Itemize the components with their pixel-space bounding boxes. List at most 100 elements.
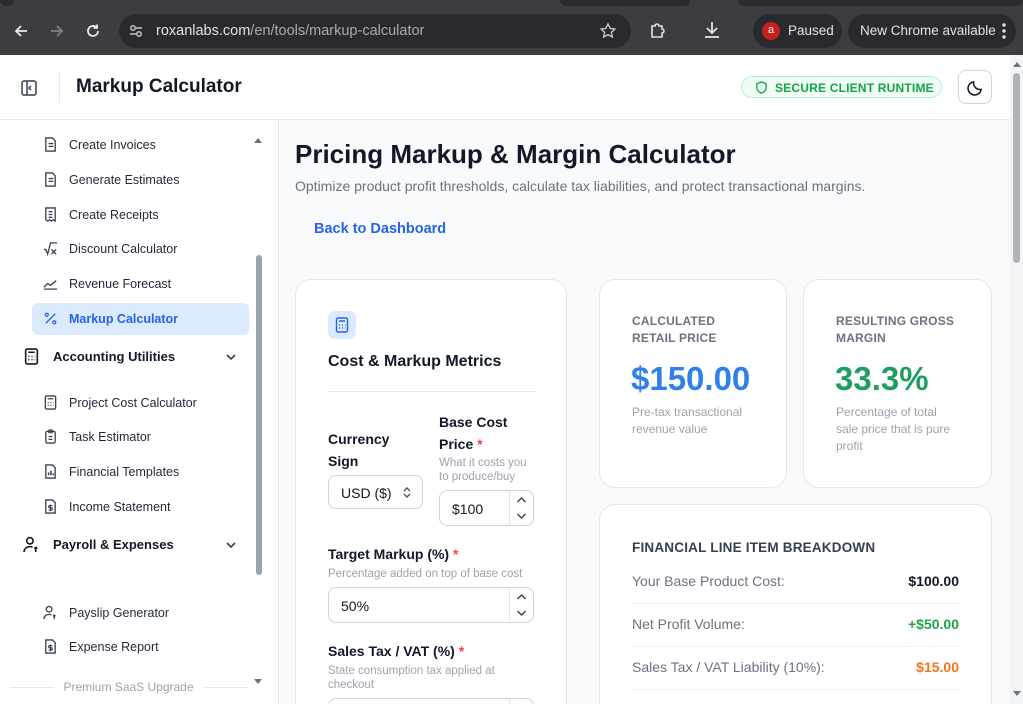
user-money-icon [23,536,38,553]
back-to-dashboard-link[interactable]: Back to Dashboard [314,221,446,237]
user-money-icon [43,605,56,620]
sidebar-item-expense-report[interactable]: Expense Report [32,631,249,663]
markup-input[interactable]: 50% [328,587,534,623]
bookmark-star-icon[interactable] [599,22,617,40]
update-chrome-button[interactable]: New Chrome available [848,14,1016,48]
avatar: a [762,22,780,40]
main-content: Pricing Markup & Margin Calculator Optim… [280,120,1010,704]
sidebar-item-markup-calculator[interactable]: Markup Calculator [32,303,249,335]
file-dollar-icon [45,499,56,514]
clipboard-icon [45,429,56,444]
sidebar-item-income-statement[interactable]: Income Statement [32,491,249,523]
scroll-up-arrow-icon[interactable] [253,136,263,144]
margin-description: Percentage of total sale price that is p… [836,405,951,453]
chevron-up-icon[interactable] [516,496,527,504]
calculator-icon [328,311,356,339]
address-bar[interactable]: roxanlabs.com/en/tools/markup-calculator [119,14,631,48]
base-cost-hint: What it costs you to produce/buy [439,457,527,483]
number-stepper[interactable] [509,588,533,622]
scroll-down-arrow-icon[interactable] [1013,691,1021,697]
sidebar: Create Invoices Generate Estimates Creat… [0,120,279,704]
chevron-down-icon[interactable] [516,512,527,520]
sidebar-item-financial-templates[interactable]: Financial Templates [32,456,249,488]
document-icon [45,172,56,187]
shield-icon [756,81,767,94]
calculator-icon [44,395,57,410]
currency-select[interactable]: USD ($) [328,475,423,509]
markup-hint: Percentage added on top of base cost [328,568,523,580]
breakdown-heading: FINANCIAL LINE ITEM BREAKDOWN [632,540,876,555]
premium-upgrade-divider: Premium SaaS Upgrade [10,680,247,694]
retail-caption: CALCULATED RETAIL PRICE [632,314,717,345]
browser-toolbar: roxanlabs.com/en/tools/markup-calculator… [0,0,1023,55]
document-icon [45,137,56,152]
url-text: roxanlabs.com/en/tools/markup-calculator [156,23,425,39]
profile-chip[interactable]: a Paused [753,14,842,48]
receipt-icon [45,207,56,222]
download-icon[interactable] [701,19,723,41]
back-icon[interactable] [8,18,34,44]
profile-status: Paused [788,23,834,38]
page-scrollbar[interactable] [1010,55,1023,704]
gross-margin-card: RESULTING GROSS MARGIN 33.3% Percentage … [803,279,992,488]
sqrt-icon [43,242,58,256]
percent-icon [44,312,57,325]
sidebar-item-create-invoices[interactable]: Create Invoices [32,129,249,161]
sidebar-group-payroll[interactable]: Payroll & Expenses [16,529,249,561]
chevron-down-icon[interactable] [516,609,527,617]
number-stepper[interactable] [509,491,533,525]
tax-label: Sales Tax / VAT (%) * [328,643,465,659]
markup-label: Target Markup (%) * [328,546,459,562]
theme-toggle-button[interactable] [958,70,992,104]
sidebar-item-payslip-generator[interactable]: Payslip Generator [32,597,249,629]
tax-input[interactable] [328,698,534,704]
sidebar-item-discount-calculator[interactable]: Discount Calculator [32,233,249,265]
tax-hint: State consumption tax applied at checkou… [328,665,495,691]
line-item-breakdown-card: FINANCIAL LINE ITEM BREAKDOWN Your Base … [599,504,992,704]
app-header: Markup Calculator SECURE CLIENT RUNTIME [0,55,1010,120]
sidebar-item-task-estimator[interactable]: Task Estimator [32,421,249,453]
sidebar-item-create-receipts[interactable]: Create Receipts [32,199,249,231]
select-arrows-icon [403,487,411,498]
sidebar-scrollbar[interactable] [256,255,262,575]
breakdown-row-base-cost: Your Base Product Cost: $100.00 [632,561,959,604]
base-cost-input[interactable]: $100 [439,490,534,526]
scroll-down-arrow-icon[interactable] [253,678,263,686]
file-chart-icon [45,464,56,479]
extensions-icon[interactable] [647,19,669,41]
sidebar-item-project-cost-calculator[interactable]: Project Cost Calculator [32,387,249,419]
calculator-icon [24,348,39,365]
retail-price-card: CALCULATED RETAIL PRICE $150.00 Pre-tax … [599,279,787,488]
chevron-up-icon[interactable] [516,593,527,601]
page-title: Pricing Markup & Margin Calculator [295,139,736,169]
kebab-menu-icon[interactable] [1001,22,1007,40]
trend-icon [43,280,58,290]
site-settings-icon[interactable] [127,22,145,40]
base-cost-label: Base Cost Price * [439,414,508,452]
app-title: Markup Calculator [76,76,242,97]
sidebar-group-accounting[interactable]: Accounting Utilities [16,341,249,373]
sidebar-item-revenue-forecast[interactable]: Revenue Forecast [32,268,249,300]
scrollbar-thumb[interactable] [1013,73,1020,263]
chevron-down-icon [226,542,236,549]
number-stepper[interactable] [509,699,533,704]
scroll-up-arrow-icon[interactable] [1013,61,1021,67]
divider [328,391,535,392]
sidebar-item-generate-estimates[interactable]: Generate Estimates [32,164,249,196]
file-dollar-icon [45,639,56,654]
moon-icon [967,80,983,96]
secure-runtime-badge: SECURE CLIENT RUNTIME [741,76,942,98]
reload-icon[interactable] [80,18,106,44]
card-heading: Cost & Markup Metrics [328,353,502,370]
forward-icon[interactable] [44,18,70,44]
breakdown-row-sales-tax: Sales Tax / VAT Liability (10%): $15.00 [632,647,959,690]
margin-caption: RESULTING GROSS MARGIN [836,314,955,345]
sidebar-toggle-icon[interactable] [20,79,38,97]
retail-price-value: $150.00 [631,360,751,397]
gross-margin-value: 33.3% [835,360,929,397]
cost-markup-card: Cost & Markup Metrics Currency Sign USD … [295,279,567,704]
breakdown-row-net-profit: Net Profit Volume: +$50.00 [632,604,959,647]
divider [59,72,60,103]
chevron-down-icon [226,354,236,361]
page-subtitle: Optimize product profit thresholds, calc… [295,178,866,194]
